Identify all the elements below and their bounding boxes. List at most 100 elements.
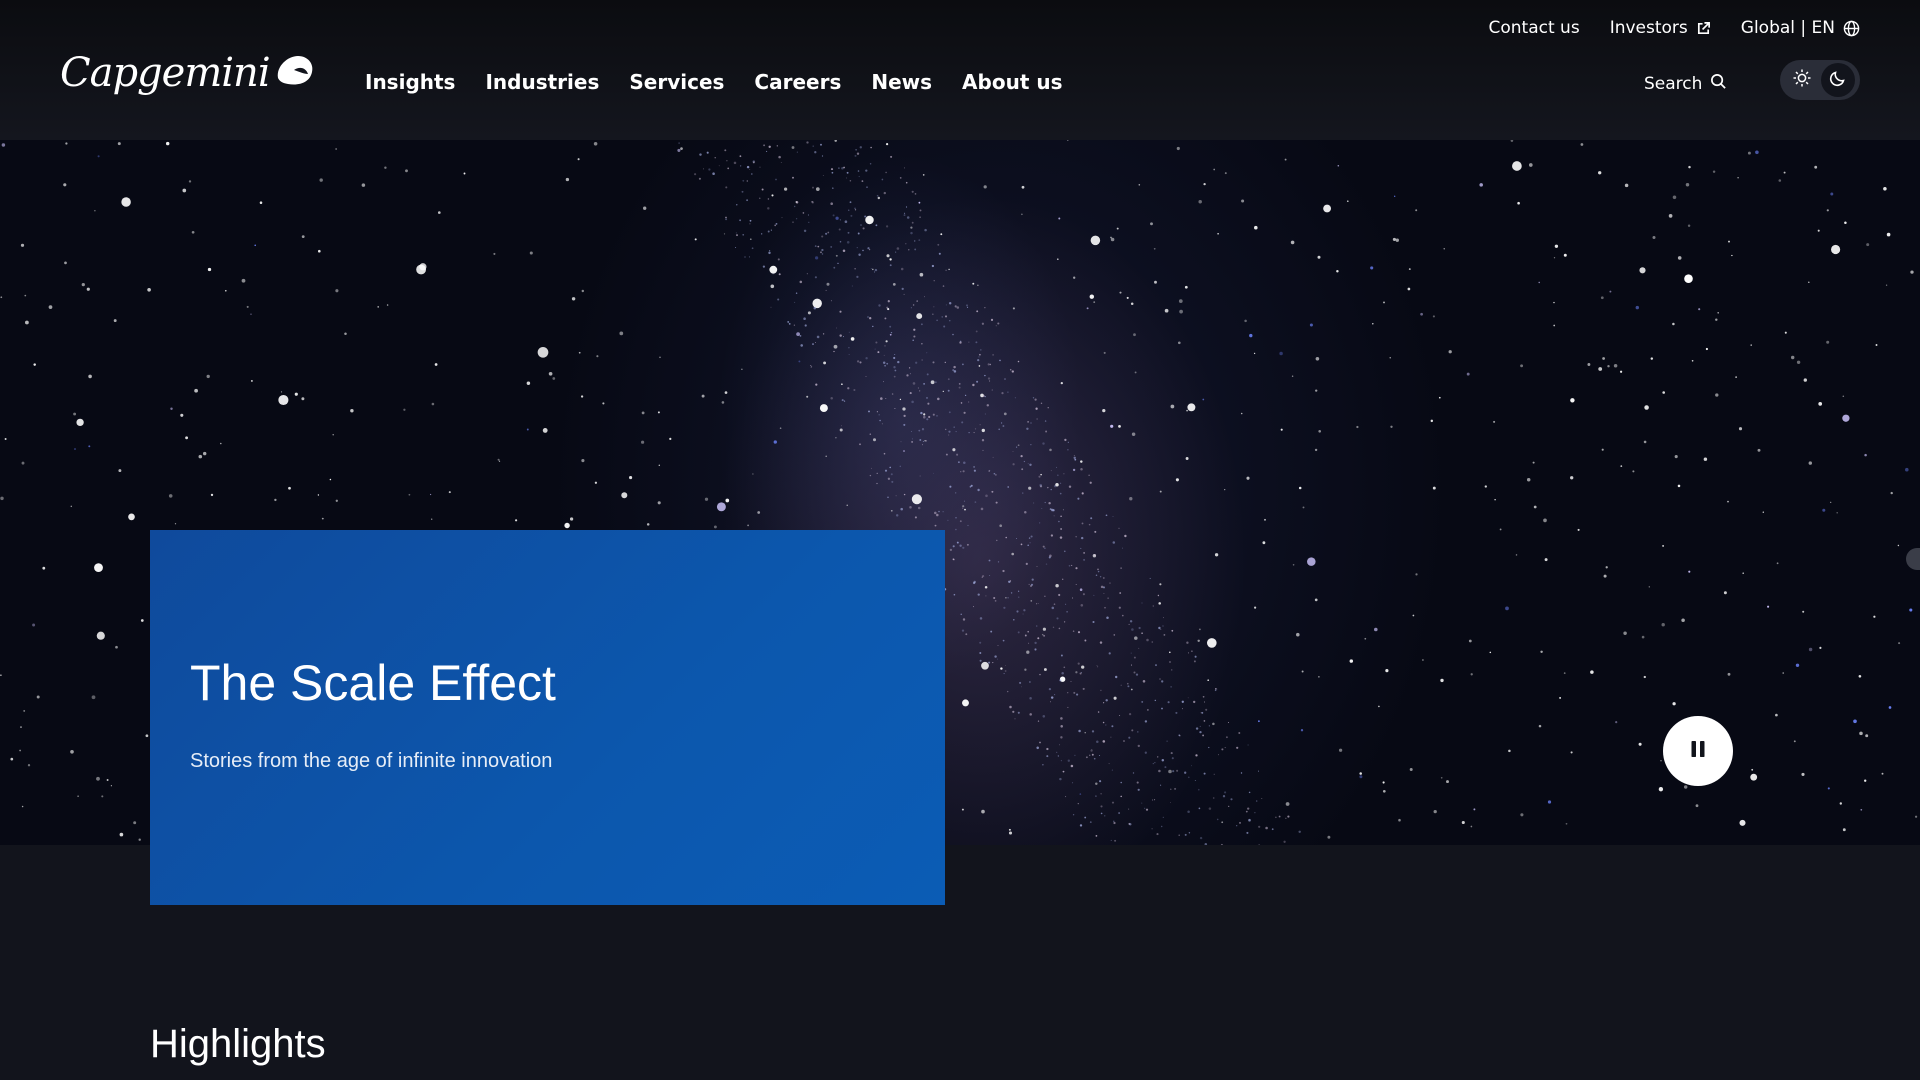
star — [278, 394, 289, 406]
milky-way-star — [1038, 475, 1041, 478]
star — [1164, 308, 1169, 313]
star — [1715, 393, 1719, 397]
star — [1767, 605, 1770, 608]
milky-way-star — [926, 396, 928, 399]
investors-link[interactable]: Investors — [1610, 18, 1711, 38]
milky-way-star — [1097, 568, 1099, 571]
milky-way-star — [1128, 808, 1130, 810]
milky-way-star — [965, 633, 968, 636]
capgemini-logo[interactable]: Capgemini — [60, 52, 316, 94]
milky-way-star — [1039, 673, 1041, 676]
star — [1184, 285, 1188, 289]
star — [1520, 364, 1524, 368]
light-mode-button[interactable] — [1785, 63, 1819, 97]
star — [899, 398, 902, 401]
milky-way-star — [948, 430, 951, 433]
star — [1073, 276, 1076, 279]
star — [1000, 667, 1003, 670]
utility-bar: Contact us Investors Global | EN — [1489, 18, 1861, 38]
star — [335, 148, 337, 150]
milky-way-star — [1050, 488, 1052, 491]
star — [23, 709, 26, 712]
milky-way-star — [979, 659, 982, 662]
star — [569, 517, 574, 521]
nav-news[interactable]: News — [871, 70, 932, 94]
milky-way-star — [1258, 770, 1259, 772]
milky-way-star — [876, 472, 878, 475]
milky-way-star — [1028, 642, 1030, 644]
milky-way-star — [1089, 481, 1092, 484]
milky-way-star — [1082, 593, 1085, 596]
nav-insights[interactable]: Insights — [365, 70, 455, 94]
milky-way-star — [799, 335, 802, 337]
milky-way-star — [981, 439, 985, 442]
milky-way-star — [1238, 732, 1241, 734]
milky-way-star — [1146, 638, 1149, 642]
nav-industries[interactable]: Industries — [485, 70, 599, 94]
milky-way-star — [988, 559, 991, 562]
star — [1842, 828, 1846, 832]
milky-way-star — [962, 507, 964, 509]
star — [1897, 544, 1900, 547]
milky-way-star — [894, 353, 896, 356]
star — [1318, 676, 1320, 678]
nav-careers[interactable]: Careers — [754, 70, 841, 94]
star — [1408, 268, 1411, 271]
milky-way-star — [854, 209, 857, 211]
milky-way-star — [989, 380, 991, 382]
star — [885, 142, 889, 146]
star — [1528, 163, 1533, 167]
nav-about-us[interactable]: About us — [962, 70, 1062, 94]
pause-video-button[interactable] — [1663, 716, 1733, 786]
star — [1309, 323, 1313, 327]
milky-way-star — [1248, 791, 1251, 794]
star — [250, 313, 252, 315]
milky-way-star — [1025, 562, 1028, 566]
milky-way-star — [967, 524, 969, 527]
contact-us-link[interactable]: Contact us — [1489, 18, 1580, 38]
milky-way-star — [926, 352, 928, 354]
star — [890, 509, 893, 512]
star — [1175, 478, 1179, 482]
star — [1254, 225, 1258, 230]
dark-mode-button[interactable] — [1821, 63, 1855, 97]
star — [1244, 319, 1247, 323]
milky-way-star — [893, 356, 896, 360]
milky-way-star — [1037, 720, 1040, 722]
star — [1291, 375, 1294, 377]
star — [1512, 161, 1522, 171]
star — [1420, 312, 1423, 316]
milky-way-star — [1032, 397, 1035, 399]
milky-way-star — [1063, 666, 1066, 669]
milky-way-star — [900, 441, 902, 443]
milky-way-star — [1009, 368, 1012, 371]
milky-way-star — [955, 431, 957, 433]
star — [552, 377, 556, 380]
star — [1153, 247, 1156, 250]
milky-way-star — [909, 506, 912, 509]
milky-way-star — [999, 359, 1001, 362]
star — [1836, 512, 1838, 514]
nav-services[interactable]: Services — [629, 70, 724, 94]
hero-feature-card[interactable]: The Scale Effect Stories from the age of… — [150, 530, 945, 905]
milky-way-star — [1009, 580, 1012, 582]
milky-way-star — [1052, 626, 1055, 629]
region-language-selector[interactable]: Global | EN — [1741, 18, 1860, 38]
milky-way-star — [1050, 696, 1054, 699]
milky-way-star — [956, 306, 960, 309]
milky-way-star — [914, 193, 917, 195]
milky-way-star — [867, 247, 870, 250]
milky-way-star — [894, 369, 897, 372]
milky-way-star — [964, 394, 967, 397]
milky-way-star — [885, 225, 889, 228]
search-button[interactable]: Search — [1644, 73, 1727, 95]
milky-way-star — [909, 373, 911, 375]
milky-way-star — [944, 315, 948, 318]
milky-way-star — [1037, 637, 1040, 640]
milky-way-star — [750, 173, 753, 175]
star — [1443, 248, 1445, 250]
star — [657, 411, 660, 414]
milky-way-star — [1029, 697, 1032, 700]
star — [1639, 267, 1646, 274]
star — [437, 211, 441, 214]
